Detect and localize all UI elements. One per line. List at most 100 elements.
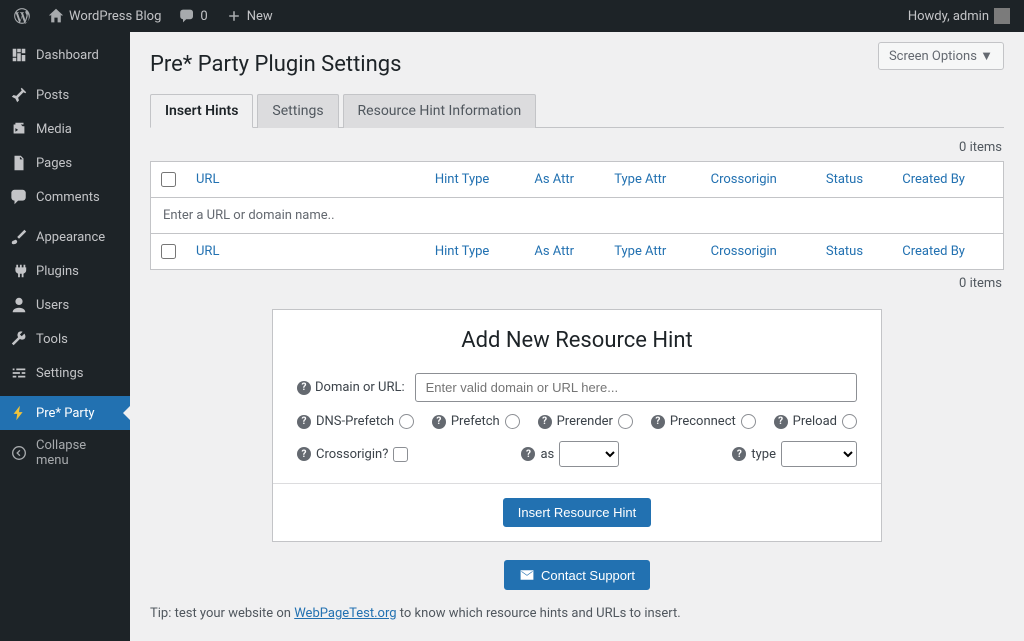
sidebar-item-preparty[interactable]: Pre* Party bbox=[0, 396, 130, 430]
new-link[interactable]: New bbox=[220, 8, 279, 24]
sidebar-item-label: Settings bbox=[36, 366, 83, 381]
plus-icon bbox=[226, 8, 242, 24]
sidebar-item-pages[interactable]: Pages bbox=[0, 146, 130, 180]
col-as-attr-foot[interactable]: As Attr bbox=[524, 234, 604, 270]
col-url[interactable]: URL bbox=[186, 162, 425, 198]
sidebar-item-tools[interactable]: Tools bbox=[0, 322, 130, 356]
help-icon[interactable]: ? bbox=[297, 381, 311, 395]
sidebar-collapse[interactable]: Collapse menu bbox=[0, 430, 130, 476]
col-created-by-foot[interactable]: Created By bbox=[892, 234, 1003, 270]
sidebar-item-users[interactable]: Users bbox=[0, 288, 130, 322]
col-crossorigin[interactable]: Crossorigin bbox=[701, 162, 816, 198]
form-heading: Add New Resource Hint bbox=[273, 310, 881, 367]
tip-text: Tip: test your website on WebPageTest.or… bbox=[150, 606, 1004, 621]
howdy-text: Howdy, admin bbox=[908, 9, 989, 24]
col-select-all-foot[interactable] bbox=[151, 234, 187, 270]
webpagetest-link[interactable]: WebPageTest.org bbox=[294, 606, 396, 621]
help-icon[interactable]: ? bbox=[651, 415, 665, 429]
col-status-foot[interactable]: Status bbox=[816, 234, 892, 270]
sidebar-item-label: Pages bbox=[36, 156, 72, 171]
dns-prefetch-radio[interactable] bbox=[399, 414, 414, 429]
tablenav-bottom: 0 items bbox=[152, 276, 1002, 291]
domain-url-input[interactable] bbox=[415, 373, 857, 402]
preconnect-radio[interactable] bbox=[741, 414, 756, 429]
account-link[interactable]: Howdy, admin bbox=[902, 8, 1016, 24]
opt-preconnect: ?Preconnect bbox=[651, 414, 756, 429]
as-select[interactable] bbox=[559, 441, 619, 467]
col-type-attr[interactable]: Type Attr bbox=[604, 162, 700, 198]
col-hint-type[interactable]: Hint Type bbox=[425, 162, 525, 198]
type-select[interactable] bbox=[781, 441, 857, 467]
comments-icon bbox=[10, 188, 28, 206]
help-icon[interactable]: ? bbox=[732, 447, 746, 461]
insert-hint-label: Insert Resource Hint bbox=[518, 505, 637, 520]
opt-preload: ?Preload bbox=[774, 414, 857, 429]
col-hint-type-foot[interactable]: Hint Type bbox=[425, 234, 525, 270]
avatar bbox=[994, 8, 1010, 24]
sidebar-item-label: Collapse menu bbox=[36, 438, 120, 468]
tab-rhi[interactable]: Resource Hint Information bbox=[343, 94, 537, 128]
col-select-all[interactable] bbox=[151, 162, 187, 198]
crossorigin-checkbox[interactable] bbox=[393, 447, 408, 462]
sidebar-item-label: Media bbox=[36, 122, 72, 137]
help-icon[interactable]: ? bbox=[297, 447, 311, 461]
brush-icon bbox=[10, 228, 28, 246]
opt-crossorigin: ?Crossorigin? bbox=[297, 447, 408, 462]
bolt-icon bbox=[10, 404, 28, 422]
sidebar-item-label: Posts bbox=[36, 88, 69, 103]
col-as-attr[interactable]: As Attr bbox=[524, 162, 604, 198]
sidebar-item-settings[interactable]: Settings bbox=[0, 356, 130, 390]
nav-tabs: Insert Hints Settings Resource Hint Info… bbox=[150, 93, 1004, 128]
select-all-checkbox[interactable] bbox=[161, 172, 176, 187]
help-icon[interactable]: ? bbox=[297, 415, 311, 429]
help-icon[interactable]: ? bbox=[521, 447, 535, 461]
opt-as: ?as bbox=[521, 441, 619, 467]
sidebar-item-label: Pre* Party bbox=[36, 406, 95, 421]
help-icon[interactable]: ? bbox=[432, 415, 446, 429]
sidebar-item-plugins[interactable]: Plugins bbox=[0, 254, 130, 288]
sidebar-item-posts[interactable]: Posts bbox=[0, 78, 130, 112]
wp-logo[interactable] bbox=[8, 8, 36, 24]
admin-sidebar: Dashboard Posts Media Pages Comments App… bbox=[0, 32, 130, 641]
prefetch-radio[interactable] bbox=[505, 414, 520, 429]
wrench-icon bbox=[10, 330, 28, 348]
opt-prefetch: ?Prefetch bbox=[432, 414, 520, 429]
contact-support-button[interactable]: Contact Support bbox=[504, 560, 650, 590]
pin-icon bbox=[10, 86, 28, 104]
site-link[interactable]: WordPress Blog bbox=[42, 8, 167, 24]
col-crossorigin-foot[interactable]: Crossorigin bbox=[701, 234, 816, 270]
sidebar-item-label: Dashboard bbox=[36, 48, 99, 63]
comments-link[interactable]: 0 bbox=[173, 8, 213, 24]
sidebar-item-dashboard[interactable]: Dashboard bbox=[0, 38, 130, 72]
col-created-by[interactable]: Created By bbox=[892, 162, 1003, 198]
tab-settings[interactable]: Settings bbox=[257, 94, 338, 128]
select-all-checkbox-foot[interactable] bbox=[161, 244, 176, 259]
tablenav-top: 0 items bbox=[152, 140, 1002, 155]
domain-url-label: ?Domain or URL: bbox=[297, 380, 405, 395]
insert-hint-button[interactable]: Insert Resource Hint bbox=[503, 498, 652, 527]
sliders-icon bbox=[10, 364, 28, 382]
admin-bar-right: Howdy, admin bbox=[902, 8, 1016, 24]
help-icon[interactable]: ? bbox=[538, 415, 552, 429]
admin-bar: WordPress Blog 0 New Howdy, admin bbox=[0, 0, 1024, 32]
sidebar-item-comments[interactable]: Comments bbox=[0, 180, 130, 214]
opt-dns-prefetch: ?DNS-Prefetch bbox=[297, 414, 414, 429]
sidebar-item-appearance[interactable]: Appearance bbox=[0, 220, 130, 254]
main-content: Screen Options ▼ Pre* Party Plugin Setti… bbox=[130, 32, 1024, 641]
add-hint-form: Add New Resource Hint ?Domain or URL: ?D… bbox=[272, 309, 882, 542]
col-url-foot[interactable]: URL bbox=[186, 234, 425, 270]
help-icon[interactable]: ? bbox=[774, 415, 788, 429]
media-icon bbox=[10, 120, 28, 138]
sidebar-item-label: Users bbox=[36, 298, 69, 313]
col-status[interactable]: Status bbox=[816, 162, 892, 198]
screen-options-toggle[interactable]: Screen Options ▼ bbox=[878, 42, 1004, 70]
preload-radio[interactable] bbox=[842, 414, 857, 429]
user-icon bbox=[10, 296, 28, 314]
prerender-radio[interactable] bbox=[618, 414, 633, 429]
tab-insert-hints[interactable]: Insert Hints bbox=[150, 94, 253, 128]
page-title: Pre* Party Plugin Settings bbox=[150, 52, 1004, 77]
col-type-attr-foot[interactable]: Type Attr bbox=[604, 234, 700, 270]
sidebar-item-media[interactable]: Media bbox=[0, 112, 130, 146]
comment-icon bbox=[179, 8, 195, 24]
new-label: New bbox=[247, 9, 273, 24]
